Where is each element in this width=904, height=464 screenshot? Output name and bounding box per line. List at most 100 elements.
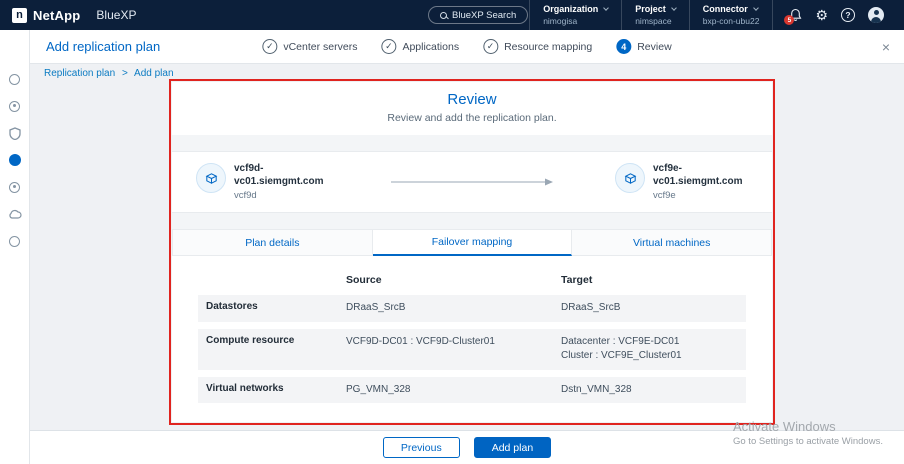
notification-badge: 5 xyxy=(784,15,795,25)
sidebar-item-settings[interactable] xyxy=(7,234,23,248)
row-label: Compute resource xyxy=(206,334,295,346)
left-nav-sidebar xyxy=(0,30,30,464)
sidebar-item-protection[interactable] xyxy=(7,126,23,140)
page-title: Add replication plan xyxy=(46,39,161,54)
organization-selector[interactable]: Organization nimogisa xyxy=(529,0,621,30)
windows-activation-watermark: Activate Windows Go to Settings to activ… xyxy=(733,419,883,447)
previous-button[interactable]: Previous xyxy=(382,437,460,458)
project-label: Project xyxy=(635,4,666,14)
bluexp-window: n NetApp BlueXP BlueXP Search Organizati… xyxy=(0,0,904,464)
step-applications[interactable]: ✓ Applications xyxy=(381,39,459,54)
source-vcenter-id: vcf9d xyxy=(234,190,257,201)
target-cell: Datacenter : VCF9E-DC01 Cluster : VCF9E_… xyxy=(561,335,682,362)
chevron-down-icon xyxy=(752,5,759,11)
source-cell: DRaaS_SrcB xyxy=(346,302,406,313)
gear-icon: ⚙ xyxy=(815,7,828,23)
table-row-virtual-networks: Virtual networks PG_VMN_328 Dstn_VMN_328 xyxy=(198,376,746,403)
add-plan-button[interactable]: Add plan xyxy=(473,437,552,458)
search-icon xyxy=(440,11,447,19)
column-header-source: Source xyxy=(346,274,382,286)
notifications-button[interactable]: 5 xyxy=(784,8,802,25)
tab-virtual-machines[interactable]: Virtual machines xyxy=(572,229,772,256)
step-label: vCenter servers xyxy=(283,40,358,53)
sidebar-item-backup[interactable] xyxy=(7,72,23,86)
breadcrumb: Replication plan > Add plan xyxy=(44,68,174,79)
shield-icon xyxy=(8,126,21,140)
settings-gear-button[interactable]: ⚙ xyxy=(815,8,828,22)
netapp-logo-letter: n xyxy=(16,8,23,21)
separator-band xyxy=(172,135,772,151)
check-icon: ✓ xyxy=(381,39,397,54)
row-label: Datastores xyxy=(206,301,258,312)
target-vcenter-name: vcf9e-vc01.siemgmt.com xyxy=(653,163,743,187)
product-name: BlueXP xyxy=(96,8,137,22)
replication-direction xyxy=(356,177,588,187)
watermark-title: Activate Windows xyxy=(733,419,836,434)
sync-icon xyxy=(9,100,20,112)
step-vcenter-servers[interactable]: ✓ vCenter servers xyxy=(262,39,357,54)
tab-plan-details[interactable]: Plan details xyxy=(172,229,373,256)
sidebar-item-replication[interactable] xyxy=(7,180,23,194)
step-review[interactable]: 4 Review xyxy=(616,39,672,54)
project-value: nimspace xyxy=(635,16,672,26)
connector-value: bxp-con-ubu22 xyxy=(702,16,760,26)
separator-band xyxy=(172,213,772,229)
target-cell: Dstn_VMN_328 xyxy=(561,383,632,395)
breadcrumb-add-plan: Add plan xyxy=(134,68,174,79)
disaster-recovery-icon xyxy=(8,154,21,166)
arrow-right-icon xyxy=(391,178,553,186)
row-label: Virtual networks xyxy=(206,382,284,394)
vcenter-server-icon xyxy=(615,163,645,193)
source-vcenter-name: vcf9d-vc01.siemgmt.com xyxy=(234,163,324,187)
step-label: Applications xyxy=(402,40,460,53)
netapp-logo-icon: n xyxy=(12,7,27,23)
sidebar-item-sync[interactable] xyxy=(7,99,23,113)
sidebar-item-cloud[interactable] xyxy=(7,207,23,221)
close-icon[interactable]: × xyxy=(882,40,890,54)
review-tabs: Plan details Failover mapping Virtual ma… xyxy=(172,229,772,256)
step-resource-mapping[interactable]: ✓ Resource mapping xyxy=(483,39,592,54)
watermark-subtitle: Go to Settings to activate Windows. xyxy=(733,436,883,447)
sidebar-item-disaster-recovery[interactable] xyxy=(7,153,23,167)
check-icon: ✓ xyxy=(262,39,278,54)
review-subtitle: Review and add the replication plan. xyxy=(387,112,557,124)
vcenter-server-icon xyxy=(196,163,226,193)
review-title: Review xyxy=(447,91,497,108)
step-label: Resource mapping xyxy=(504,40,593,53)
connector-selector[interactable]: Connector bxp-con-ubu22 xyxy=(688,0,773,30)
cloud-icon xyxy=(8,209,22,219)
chevron-down-icon xyxy=(603,5,610,11)
target-vcenter-id: vcf9e xyxy=(653,190,676,201)
organization-value: nimogisa xyxy=(543,16,578,26)
source-cell: VCF9D-DC01 : VCF9D-Cluster01 xyxy=(346,335,495,347)
top-header: n NetApp BlueXP BlueXP Search Organizati… xyxy=(0,0,904,30)
wizard-steps: ✓ vCenter servers ✓ Applications ✓ Resou… xyxy=(262,30,672,63)
failover-mapping-table: Source Target Datastores DRaaS_SrcB DRaa… xyxy=(172,256,772,403)
netapp-logo[interactable]: n NetApp xyxy=(12,7,80,23)
header-icon-group: 5 ⚙ ? xyxy=(772,0,892,30)
target-cell: DRaaS_SrcB xyxy=(561,302,621,313)
header-right-group: Organization nimogisa Project nimspace C… xyxy=(529,0,892,30)
breadcrumb-separator: > xyxy=(121,68,128,79)
user-avatar-button[interactable] xyxy=(868,7,884,23)
tab-failover-mapping[interactable]: Failover mapping xyxy=(372,229,573,256)
help-button[interactable]: ? xyxy=(841,8,855,22)
vcenter-mapping-card: vcf9d-vc01.siemgmt.com vcf9d vcf9e-vc01.… xyxy=(172,151,772,213)
breadcrumb-replication-plan[interactable]: Replication plan xyxy=(44,68,115,79)
step-label: Review xyxy=(637,40,672,53)
table-header-row: Source Target xyxy=(198,268,746,295)
bluexp-search-button[interactable]: BlueXP Search xyxy=(428,6,529,24)
backup-icon xyxy=(9,73,20,85)
organization-label: Organization xyxy=(543,4,599,14)
column-header-target: Target xyxy=(561,274,593,286)
replication-icon xyxy=(9,181,20,193)
settings-icon xyxy=(9,235,20,247)
chevron-down-icon xyxy=(670,5,677,11)
project-selector[interactable]: Project nimspace xyxy=(621,0,689,30)
connector-label: Connector xyxy=(702,4,748,14)
check-icon: ✓ xyxy=(483,39,499,54)
help-icon: ? xyxy=(845,10,851,20)
table-row-compute-resource: Compute resource VCF9D-DC01 : VCF9D-Clus… xyxy=(198,328,746,370)
step-number-badge: 4 xyxy=(616,39,632,54)
source-vcenter: vcf9d-vc01.siemgmt.com vcf9d xyxy=(196,163,356,201)
